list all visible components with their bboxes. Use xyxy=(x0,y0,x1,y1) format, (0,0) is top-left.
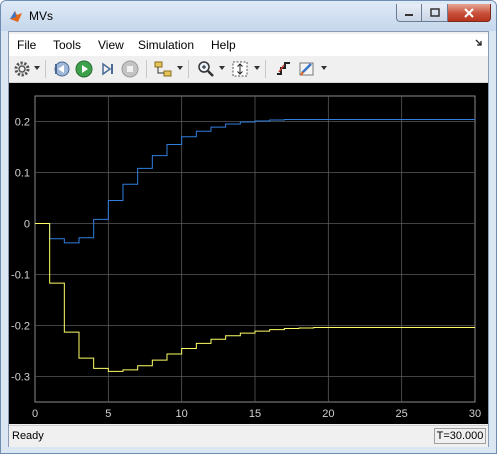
scope-client: File Tools View Simulation Help 0 5 10 1… xyxy=(8,31,489,447)
maximize-button[interactable] xyxy=(422,4,448,22)
x-tick-label: 0 xyxy=(32,408,38,420)
chevron-down-icon[interactable] xyxy=(34,66,40,70)
chevron-down-icon[interactable] xyxy=(254,66,260,70)
x-tick-label: 10 xyxy=(176,408,188,420)
y-tick-label: -0.2 xyxy=(11,321,30,333)
run-icon[interactable] xyxy=(75,60,93,78)
chevron-down-icon[interactable] xyxy=(177,66,183,70)
step-back-icon[interactable] xyxy=(52,60,70,78)
autoscale-icon[interactable] xyxy=(231,60,249,78)
simulation-time: T=30.000 xyxy=(434,428,486,444)
menu-simulation[interactable]: Simulation xyxy=(138,38,194,52)
chevron-down-icon[interactable] xyxy=(321,66,327,70)
toolbar xyxy=(9,56,488,83)
toolbar-separator xyxy=(188,60,189,78)
x-tick-label: 15 xyxy=(249,408,261,420)
zoom-icon[interactable] xyxy=(197,60,215,78)
maximize-icon xyxy=(429,7,440,17)
toolbar-separator xyxy=(45,60,46,78)
x-tick-label: 30 xyxy=(469,408,481,420)
menu-tools[interactable]: Tools xyxy=(53,38,81,52)
title-bar[interactable]: MVs xyxy=(1,1,496,31)
menu-view[interactable]: View xyxy=(98,38,124,52)
gear-icon[interactable] xyxy=(13,60,31,78)
minimize-button[interactable] xyxy=(396,4,422,22)
y-tick-label: 0.2 xyxy=(15,117,30,129)
stop-icon[interactable] xyxy=(121,60,139,78)
x-tick-label: 25 xyxy=(396,408,408,420)
menu-help[interactable]: Help xyxy=(211,38,236,52)
signal-icon[interactable] xyxy=(275,60,293,78)
highlight-icon[interactable] xyxy=(154,60,172,78)
style-icon[interactable] xyxy=(298,60,316,78)
window-title: MVs xyxy=(29,9,53,23)
dock-arrow-icon[interactable] xyxy=(475,39,483,47)
status-bar: Ready T=30.000 xyxy=(9,425,488,447)
y-tick-label: -0.3 xyxy=(11,372,30,384)
close-icon xyxy=(464,7,474,18)
caption-buttons xyxy=(396,4,491,24)
y-tick-label: -0.1 xyxy=(11,270,30,282)
scope-plot[interactable]: 0 5 10 15 20 25 30 0.2 0.1 0 -0.1 -0.2 -0.3 xyxy=(9,83,488,424)
status-text: Ready xyxy=(12,430,44,442)
step-forward-icon[interactable] xyxy=(98,60,116,78)
menu-file[interactable]: File xyxy=(17,38,36,52)
matlab-icon xyxy=(10,11,22,22)
chart-svg[interactable]: 0 5 10 15 20 25 30 0.2 0.1 0 -0.1 -0.2 -0.3 xyxy=(9,83,488,424)
scope-window: MVs File Tools View Simulation Help 0 5 … xyxy=(0,0,497,454)
toolbar-separator xyxy=(146,60,147,78)
chevron-down-icon[interactable] xyxy=(219,66,225,70)
x-tick-label: 5 xyxy=(105,408,111,420)
toolbar-separator xyxy=(265,60,266,78)
close-button[interactable] xyxy=(448,4,491,22)
menu-bar: File Tools View Simulation Help xyxy=(9,34,488,56)
minimize-icon xyxy=(405,13,413,16)
y-tick-label: 0 xyxy=(24,219,30,231)
y-tick-label: 0.1 xyxy=(15,168,30,180)
x-tick-label: 20 xyxy=(322,408,334,420)
